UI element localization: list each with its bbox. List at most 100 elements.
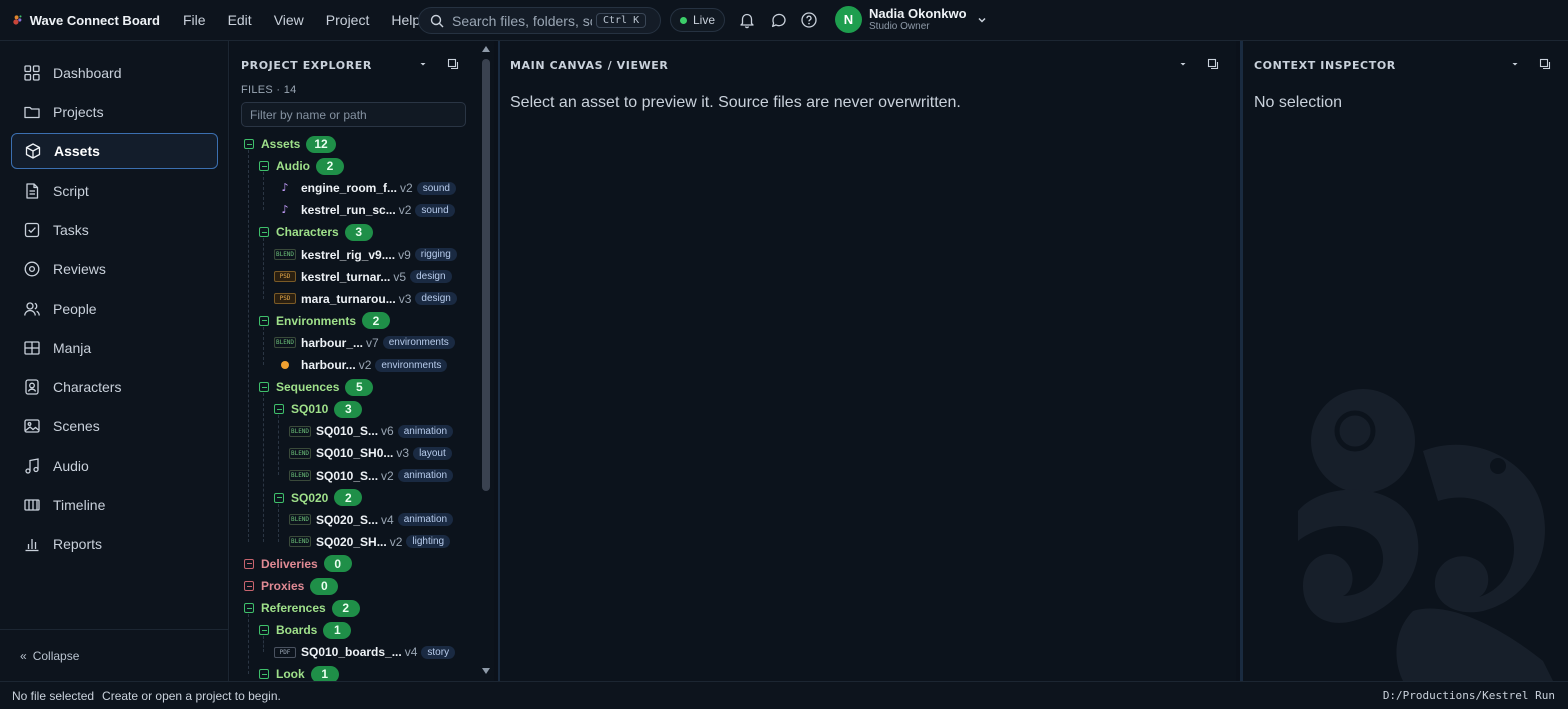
file-tag: animation xyxy=(397,513,454,527)
caret-down-icon[interactable] xyxy=(1509,58,1521,70)
search-input[interactable] xyxy=(452,12,592,29)
tree-file[interactable]: BLEND SQ010_S... v6 animation xyxy=(289,421,475,441)
tree-folder[interactable]: Assets 12 xyxy=(244,134,336,154)
caret-down-icon[interactable] xyxy=(1177,58,1189,70)
tree-folder[interactable]: Boards 1 xyxy=(259,620,352,640)
live-status[interactable]: Live xyxy=(670,8,725,32)
user-menu[interactable]: N Nadia Okonkwo Studio Owner xyxy=(835,6,987,33)
collapse-toggle-icon[interactable] xyxy=(274,404,284,415)
sidebar-item-timeline[interactable]: Timeline xyxy=(11,487,218,523)
sidebar-item-people[interactable]: People xyxy=(11,291,218,327)
brand[interactable]: Wave Connect Board xyxy=(12,11,160,29)
tree-folder[interactable]: Sequences 5 xyxy=(259,377,374,397)
tree-folder[interactable]: Audio 2 xyxy=(259,156,344,176)
tree-file[interactable]: PDF SQ010_boards_... v4 story xyxy=(274,642,475,662)
help-icon[interactable] xyxy=(800,11,818,29)
file-tag: environments xyxy=(375,358,448,372)
tree-file[interactable]: PSD mara_turnarou... v3 design xyxy=(274,289,475,309)
sidebar-item-characters[interactable]: Characters xyxy=(11,369,218,405)
app-logo-icon xyxy=(13,15,22,25)
dashboard-icon xyxy=(24,65,40,81)
file-version: v2 xyxy=(389,534,403,549)
tree-file[interactable]: BLEND SQ010_SH0... v3 layout xyxy=(289,443,475,463)
folder-name: Sequences xyxy=(276,380,340,395)
scroll-thumb[interactable] xyxy=(482,59,490,491)
folder-name: SQ010 xyxy=(291,402,329,417)
menu-project[interactable]: Project xyxy=(315,12,381,28)
tree-folder[interactable]: Proxies 0 xyxy=(244,576,339,596)
tree-file[interactable]: BLEND SQ010_S... v2 animation xyxy=(289,466,475,486)
tree-folder[interactable]: SQ020 2 xyxy=(274,488,363,508)
context-inspector: CONTEXT INSPECTOR No selection xyxy=(1240,41,1568,681)
menu-edit[interactable]: Edit xyxy=(217,12,263,28)
bell-icon[interactable] xyxy=(738,11,756,29)
collapse-toggle-icon[interactable] xyxy=(259,382,269,393)
file-name: kestrel_run_sc... xyxy=(301,203,396,218)
sidebar-item-scenes[interactable]: Scenes xyxy=(11,408,218,444)
scroll-down-icon[interactable] xyxy=(481,667,491,676)
menu-view[interactable]: View xyxy=(263,12,315,28)
tree-folder[interactable]: Characters 3 xyxy=(259,222,373,242)
sidebar-item-reports[interactable]: Reports xyxy=(11,526,218,562)
chat-icon[interactable] xyxy=(770,11,788,29)
panel-title: CONTEXT INSPECTOR xyxy=(1254,58,1396,72)
project-explorer: PROJECT EXPLORER FILES · 14 Assets12Audi… xyxy=(230,41,494,681)
tree-file[interactable]: ♪ engine_room_f... v2 sound xyxy=(274,178,475,198)
tree-folder[interactable]: References 2 xyxy=(244,598,360,618)
collapse-toggle-icon[interactable] xyxy=(259,161,269,172)
sidebar-item-manja[interactable]: Manja xyxy=(11,330,218,366)
sidebar-item-audio[interactable]: Audio xyxy=(11,448,218,484)
filter-input[interactable] xyxy=(241,102,466,127)
tree-folder[interactable]: Environments 2 xyxy=(259,311,391,331)
tree-folder[interactable]: Deliveries 0 xyxy=(244,554,352,574)
collapse-toggle-icon[interactable] xyxy=(259,227,269,238)
collapse-toggle-icon[interactable] xyxy=(244,581,254,591)
collapse-toggle-icon[interactable] xyxy=(244,603,254,614)
file-tag: animation xyxy=(397,469,454,482)
tree-file[interactable]: harbour... v2 environments xyxy=(274,355,475,375)
caret-down-icon[interactable] xyxy=(417,58,429,70)
sidebar-item-tasks[interactable]: Tasks xyxy=(11,212,218,248)
file-version: v2 xyxy=(398,203,412,218)
main-canvas[interactable]: MAIN CANVAS / VIEWER Select an asset to … xyxy=(498,41,1236,681)
global-search[interactable]: Ctrl K xyxy=(418,7,661,34)
sidebar-item-reviews[interactable]: Reviews xyxy=(11,251,218,287)
sidebar-item-script[interactable]: Script xyxy=(11,173,218,209)
collapse-toggle-icon[interactable] xyxy=(244,139,254,149)
folder-name: Audio xyxy=(276,159,310,174)
tree-file[interactable]: BLEND SQ020_SH... v2 lighting xyxy=(289,532,475,552)
explorer-header: PROJECT EXPLORER xyxy=(241,58,372,72)
collapse-toggle-icon[interactable] xyxy=(274,492,284,503)
blend-file-icon: BLEND xyxy=(289,470,311,481)
tree-folder[interactable]: Look 1 xyxy=(259,664,339,681)
collapse-toggle-icon[interactable] xyxy=(259,315,269,326)
tree-guide-line xyxy=(263,238,264,299)
tree-file[interactable]: ♪ kestrel_run_sc... v2 sound xyxy=(274,200,475,220)
popout-icon[interactable] xyxy=(1207,58,1219,70)
tree-file[interactable]: BLEND harbour_... v7 environments xyxy=(274,333,475,353)
tree-guide-line xyxy=(248,614,249,675)
sidebar-item-dashboard[interactable]: Dashboard xyxy=(11,55,218,91)
status-file: No file selected xyxy=(12,688,95,703)
collapse-toggle-icon[interactable] xyxy=(259,625,269,636)
tree-file[interactable]: BLEND SQ020_S... v4 animation xyxy=(289,510,475,530)
blend-file-icon: BLEND xyxy=(289,536,311,548)
sidebar-item-label: Scenes xyxy=(53,418,100,434)
tree-file[interactable]: BLEND kestrel_rig_v9.... v9 rigging xyxy=(274,245,475,265)
sidebar-item-label: Reports xyxy=(53,536,103,552)
collapse-button[interactable]: « Collapse xyxy=(0,629,229,681)
tree-file[interactable]: PSD kestrel_turnar... v5 design xyxy=(274,267,475,287)
scroll-up-icon[interactable] xyxy=(481,44,491,53)
sidebar-item-assets[interactable]: Assets xyxy=(11,133,218,169)
popout-icon[interactable] xyxy=(1539,58,1551,70)
portrait-icon xyxy=(25,379,39,395)
popout-icon[interactable] xyxy=(447,58,459,70)
collapse-toggle-icon[interactable] xyxy=(259,669,269,680)
sidebar-item-projects[interactable]: Projects xyxy=(11,94,218,130)
collapse-toggle-icon[interactable] xyxy=(244,558,254,569)
blend-file-icon: BLEND xyxy=(289,447,311,459)
canvas-header: MAIN CANVAS / VIEWER xyxy=(510,58,669,72)
explorer-scrollbar[interactable] xyxy=(479,41,493,681)
tree-folder[interactable]: SQ010 3 xyxy=(274,399,363,419)
menu-file[interactable]: File xyxy=(172,12,217,28)
